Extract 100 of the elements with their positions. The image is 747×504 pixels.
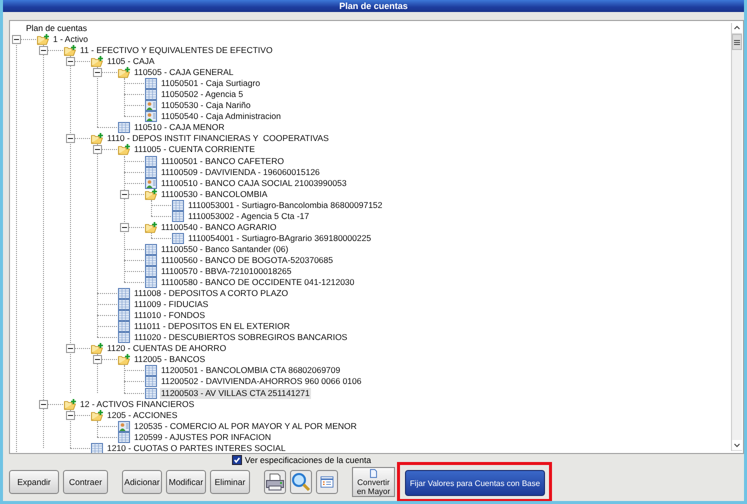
table-icon: [145, 388, 157, 399]
tree-root-label: Plan de cuentas: [25, 23, 88, 34]
tree-item[interactable]: 11050540 - Caja Administracion: [160, 111, 282, 122]
tree-item[interactable]: 1120 - CUENTAS DE AHORRO: [106, 343, 228, 354]
search-button[interactable]: [290, 470, 312, 494]
printer-icon: [265, 472, 285, 492]
search-icon: [291, 472, 311, 492]
table-icon: [118, 288, 130, 300]
tree-item[interactable]: 11050502 - Agencia 5: [160, 89, 244, 100]
document-icon: [370, 468, 377, 478]
tree-item[interactable]: 11200503 - AV VILLAS CTA 251141271: [160, 388, 311, 399]
tree-item[interactable]: 11050501 - Caja Surtiagro: [160, 78, 262, 90]
table-icon: [145, 78, 157, 90]
tree-item[interactable]: 111011 - DEPOSITOS EN EL EXTERIOR: [133, 321, 291, 332]
table-icon: [145, 244, 157, 255]
person-card-icon: [145, 111, 157, 122]
tree-item[interactable]: 11100580 - BANCO DE OCCIDENTE 041-1212030: [160, 277, 356, 288]
tree-item[interactable]: 12 - ACTIVOS FINANCIEROS: [79, 398, 196, 410]
tree-item[interactable]: 11100509 - DAVIVIENDA - 196060015126: [160, 166, 321, 178]
expand-button[interactable]: Expandir: [9, 470, 59, 494]
collapse-button[interactable]: [39, 400, 48, 409]
checkbox-label[interactable]: Ver especificaciones de la cuenta: [244, 455, 372, 465]
person-card-icon: [145, 178, 157, 189]
tree-item[interactable]: 1110054001 - Surtiagro-BAgrario 369180000225: [187, 232, 372, 244]
tree-item[interactable]: 11100501 - BANCO CAFETERO: [160, 156, 285, 167]
tree-item[interactable]: 11100540 - BANCO AGRARIO: [160, 222, 278, 233]
tree-item[interactable]: 110510 - CAJA MENOR: [133, 122, 226, 134]
collapse-button[interactable]: [39, 46, 48, 56]
scroll-thumb[interactable]: [732, 34, 742, 50]
checkbox[interactable]: [232, 455, 242, 465]
collapse-button[interactable]: [66, 57, 75, 66]
table-icon: [145, 365, 157, 376]
set-values-button[interactable]: Fijar Valores para Cuentas con Base: [405, 470, 545, 496]
table-icon: [145, 277, 157, 288]
list-icon: [319, 474, 335, 490]
list-view-button[interactable]: [316, 470, 338, 494]
table-icon: [172, 200, 184, 211]
folder-icon: [145, 222, 157, 233]
table-icon: [118, 122, 130, 134]
scroll-up-icon[interactable]: [732, 23, 742, 34]
edit-button[interactable]: Modificar: [166, 470, 206, 494]
tree-item[interactable]: 1110053002 - Agencia 5 Cta -17: [187, 210, 310, 222]
folder-icon: [118, 144, 130, 156]
tree-item[interactable]: 11100550 - Banco Santander (06): [160, 244, 290, 255]
vertical-scrollbar[interactable]: [731, 23, 742, 451]
folder-icon: [37, 34, 49, 46]
table-icon: [145, 254, 157, 266]
tree-item[interactable]: 1105 - CAJA: [106, 56, 156, 68]
tree-item[interactable]: 1210 - CUOTAS O PARTES INTERES SOCIAL: [106, 442, 287, 453]
collapse-button[interactable]: [120, 222, 129, 232]
tree-item[interactable]: 11100570 - BBVA-7210100018265: [160, 266, 292, 277]
tree-item[interactable]: 111020 - DESCUBIERTOS SOBREGIROS BANCARIOS: [133, 332, 348, 344]
collapse-button[interactable]: [66, 410, 75, 420]
table-icon: [172, 232, 184, 244]
tree-item[interactable]: 111010 - FONDOS: [133, 310, 206, 322]
folder-icon: [64, 45, 76, 56]
tree-item[interactable]: 11 - EFECTIVO Y EQUIVALENTES DE EFECTIVO: [79, 45, 274, 56]
collapse-button[interactable]: [93, 145, 102, 154]
tree-item[interactable]: 111005 - CUENTA CORRIENTE: [133, 144, 256, 156]
table-icon: [118, 432, 130, 443]
tree-item[interactable]: 11100560 - BANCO DE BOGOTA-520370685: [160, 254, 334, 266]
tree-item[interactable]: 11050530 - Caja Nariño: [160, 100, 252, 112]
collapse-button[interactable]: [66, 134, 75, 144]
print-button[interactable]: [264, 470, 286, 494]
collapse-button[interactable]: [93, 355, 102, 364]
tree-item[interactable]: 1110 - DEPOS INSTIT FINANCIERAS Y COOPERATIVAS: [106, 133, 330, 144]
folder-icon: [118, 354, 130, 366]
tree-item[interactable]: 111009 - FIDUCIAS: [133, 299, 210, 310]
collapse-button[interactable]: [120, 190, 129, 199]
tree-item[interactable]: 1205 - ACCIONES: [106, 410, 178, 421]
convert-button[interactable]: Convertir en Mayor: [352, 467, 395, 497]
scroll-down-icon[interactable]: [732, 440, 742, 451]
tree-item[interactable]: 1 - Activo: [52, 34, 89, 46]
folder-icon: [91, 343, 103, 354]
window-title: Plan de cuentas: [339, 1, 408, 11]
tree-item[interactable]: 11200502 - DAVIVIENDA-AHORROS 960 0066 0106: [160, 376, 362, 388]
collapse-button[interactable]: Contraer: [63, 470, 108, 494]
collapse-button[interactable]: [66, 344, 75, 354]
tree-item[interactable]: 110505 - CAJA GENERAL: [133, 67, 235, 78]
tree-item[interactable]: 112005 - BANCOS: [133, 354, 206, 366]
tree-item[interactable]: 111008 - DEPOSITOS A CORTO PLAZO: [133, 288, 290, 300]
table-icon: [145, 376, 157, 388]
collapse-button[interactable]: [93, 68, 102, 78]
folder-icon: [91, 56, 103, 68]
tree-item[interactable]: 120535 - COMERCIO AL POR MAYOR Y AL POR MENOR: [133, 420, 358, 432]
tree-item[interactable]: 11100510 - BANCO CAJA SOCIAL 21003990053: [160, 178, 348, 189]
tree-item[interactable]: 120599 - AJUSTES POR INFACION: [133, 432, 272, 443]
folder-icon: [64, 398, 76, 410]
table-icon: [145, 89, 157, 100]
tree-item[interactable]: 11200501 - BANCOLOMBIA CTA 86802069709: [160, 365, 342, 376]
tree-item[interactable]: 1110053001 - Surtiagro-Bancolombia 86800097152: [187, 200, 384, 211]
table-icon: [118, 310, 130, 322]
table-icon: [118, 332, 130, 344]
tree-item[interactable]: 11100530 - BANCOLOMBIA: [160, 188, 268, 200]
table-icon: [91, 442, 103, 453]
add-button[interactable]: Adicionar: [122, 470, 162, 494]
table-icon: [145, 266, 157, 277]
delete-button[interactable]: Eliminar: [210, 470, 250, 494]
collapse-button[interactable]: [12, 35, 21, 44]
folder-icon: [118, 67, 130, 78]
